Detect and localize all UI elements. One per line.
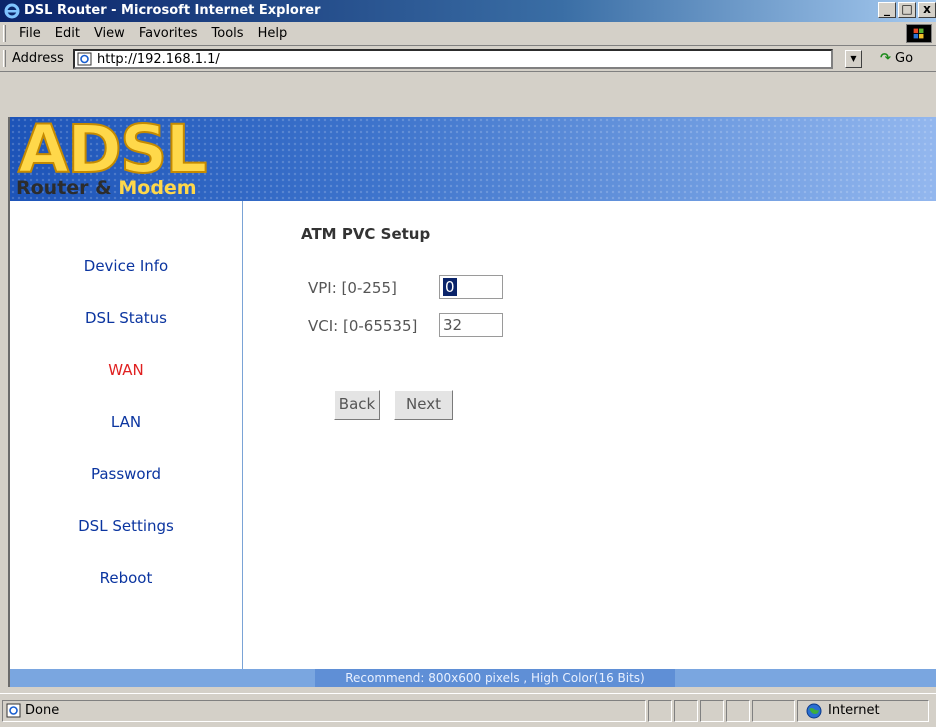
- menu-edit[interactable]: Edit: [48, 26, 87, 41]
- internet-explorer-icon: [4, 3, 20, 19]
- logo-modem-text: Modem: [118, 177, 197, 199]
- close-button[interactable]: x: [918, 2, 936, 18]
- toolbar-grip[interactable]: [3, 25, 6, 42]
- address-dropdown-button[interactable]: ▼: [845, 50, 862, 68]
- address-label: Address: [12, 51, 64, 66]
- window-title: DSL Router - Microsoft Internet Explorer: [24, 3, 321, 18]
- adsl-logo: ADSL: [17, 117, 208, 188]
- router-modem-logo: Router & Modem: [16, 177, 197, 199]
- address-input[interactable]: http://192.168.1.1/: [73, 49, 833, 69]
- vci-value: 32: [443, 316, 463, 334]
- main-content: ATM PVC Setup VPI: [0-255] 0 VCI: [0-655…: [243, 201, 936, 669]
- menu-file[interactable]: File: [12, 26, 48, 41]
- menu-favorites[interactable]: Favorites: [132, 26, 205, 41]
- zone-text: Internet: [828, 703, 880, 718]
- menu-bar: File Edit View Favorites Tools Help: [0, 22, 936, 46]
- sidebar-nav: Device Info DSL Status WAN LAN Password …: [10, 201, 243, 669]
- sidebar-item-dsl-status[interactable]: DSL Status: [10, 309, 242, 327]
- address-url: http://192.168.1.1/: [97, 52, 220, 67]
- status-cell: [674, 700, 698, 722]
- vci-label: VCI: [0-65535]: [308, 317, 418, 335]
- menu-help[interactable]: Help: [251, 26, 295, 41]
- security-zone: Internet: [797, 700, 929, 722]
- vci-input[interactable]: 32: [439, 313, 503, 337]
- footer-recommendation: Recommend: 800x600 pixels , High Color(1…: [315, 669, 675, 687]
- page-title: ATM PVC Setup: [301, 225, 431, 243]
- page-done-icon: [6, 703, 21, 718]
- header-banner: ADSL Router & Modem: [10, 117, 936, 201]
- page-footer: Recommend: 800x600 pixels , High Color(1…: [10, 669, 936, 687]
- menu-items: File Edit View Favorites Tools Help: [12, 26, 294, 41]
- go-button[interactable]: ↷ Go: [880, 51, 913, 66]
- sidebar-item-wan[interactable]: WAN: [10, 361, 242, 379]
- vpi-input[interactable]: 0: [439, 275, 503, 299]
- vpi-value: 0: [443, 278, 457, 296]
- logo-router-text: Router &: [16, 177, 119, 199]
- minimize-button[interactable]: _: [878, 2, 896, 18]
- sidebar-item-reboot[interactable]: Reboot: [10, 569, 242, 587]
- sidebar-item-device-info[interactable]: Device Info: [10, 257, 242, 275]
- menu-view[interactable]: View: [87, 26, 132, 41]
- status-bar: Done Internet: [0, 693, 936, 727]
- window-title-bar: DSL Router - Microsoft Internet Explorer…: [0, 0, 936, 22]
- sidebar-item-dsl-settings[interactable]: DSL Settings: [10, 517, 242, 535]
- next-button[interactable]: Next: [394, 390, 453, 420]
- sidebar-item-lan[interactable]: LAN: [10, 413, 242, 431]
- go-label: Go: [895, 51, 914, 66]
- status-cell: [752, 700, 795, 722]
- status-panel: Done: [2, 700, 646, 722]
- sidebar-item-password[interactable]: Password: [10, 465, 242, 483]
- status-cell: [700, 700, 724, 722]
- toolbar-grip[interactable]: [3, 50, 6, 67]
- address-bar: Address http://192.168.1.1/ ▼ ↷ Go: [0, 46, 936, 72]
- status-cell: [726, 700, 750, 722]
- page-icon: [77, 52, 92, 66]
- windows-logo-icon: [906, 24, 932, 43]
- back-button[interactable]: Back: [334, 390, 380, 420]
- vpi-label: VPI: [0-255]: [308, 279, 397, 297]
- status-text: Done: [25, 703, 60, 718]
- maximize-button[interactable]: □: [898, 2, 916, 18]
- window-controls: _ □ x: [876, 2, 936, 18]
- menu-tools[interactable]: Tools: [205, 26, 251, 41]
- internet-globe-icon: [806, 703, 822, 719]
- status-cell: [648, 700, 672, 722]
- go-arrow-icon: ↷: [880, 51, 891, 66]
